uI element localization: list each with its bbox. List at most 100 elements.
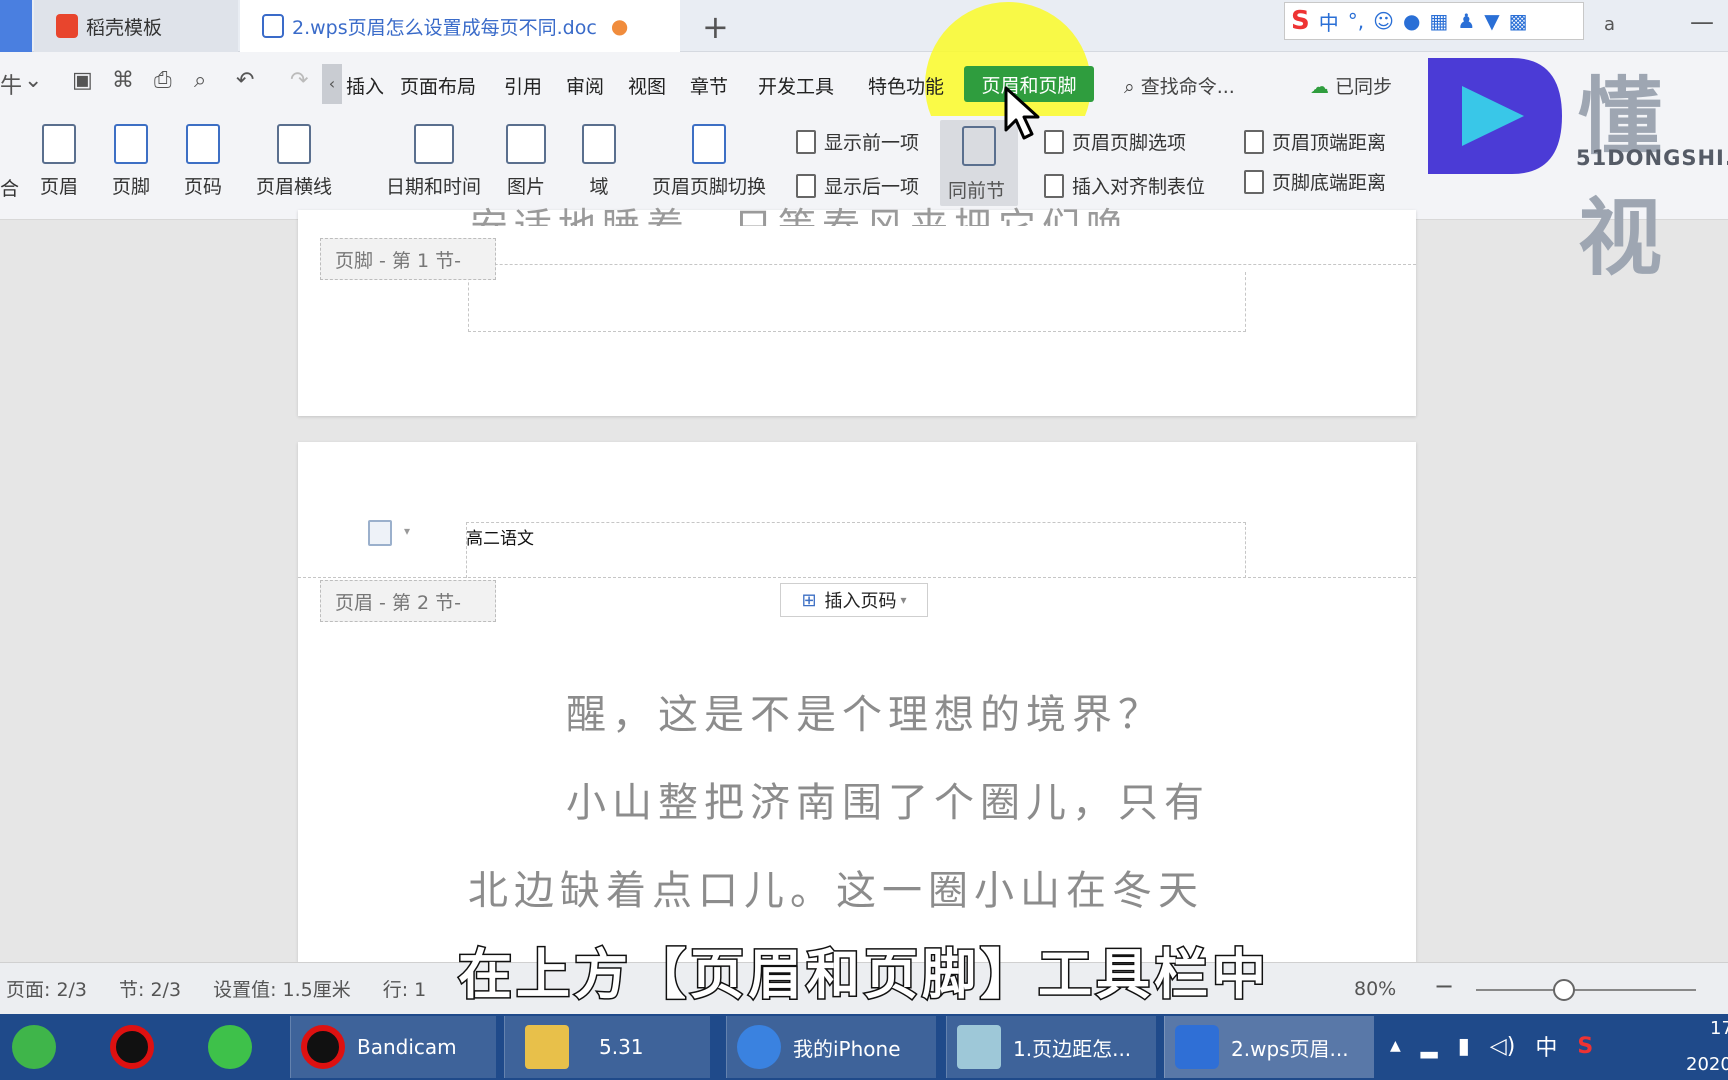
body-text-cut-line: 安适地睡着，只等春风来把它们唤	[470, 196, 1130, 226]
date-time-button[interactable]: 日期和时间	[386, 124, 481, 199]
footer-distance-icon	[1244, 169, 1264, 194]
footer-bottom-distance-field[interactable]: 页脚底端距离	[1244, 168, 1412, 195]
show-next-button[interactable]: 显示后一项	[796, 172, 919, 199]
minimize-button[interactable]: —	[1690, 8, 1714, 36]
header-top-distance-field[interactable]: 页眉顶端距离	[1244, 128, 1412, 155]
options-icon	[1044, 129, 1064, 154]
chevron-down-icon: ▾	[900, 593, 907, 607]
taskbar-iphone[interactable]: 我的iPhone	[726, 1016, 936, 1078]
grid-icon[interactable]: ▩	[1509, 9, 1528, 33]
phone-icon	[737, 1025, 781, 1069]
tab-current-document[interactable]: 2.wps页眉怎么设置成每页不同.doc ●	[240, 0, 680, 52]
header-options-icon[interactable]	[368, 520, 392, 546]
menu-special-features[interactable]: 特色功能	[868, 72, 944, 99]
picture-icon	[506, 124, 546, 164]
chevron-down-icon[interactable]: ▾	[404, 524, 410, 538]
page-2[interactable]: 页眉 - 第 2 节- 醒，这是不是个理想的境界？ 小山整把济南围了个圈儿，只有…	[298, 442, 1416, 962]
volume-icon[interactable]: ◁)	[1490, 1034, 1516, 1059]
header-footer-switch-button[interactable]: 页眉页脚切换	[652, 124, 766, 199]
tray-ime[interactable]: 中	[1535, 1030, 1557, 1062]
footer-button[interactable]: 页脚	[112, 124, 150, 199]
user-icon[interactable]: ♟	[1457, 9, 1475, 33]
browser-icon	[12, 1025, 56, 1069]
redo-icon[interactable]: ↷	[290, 68, 308, 93]
menu-review[interactable]: 审阅	[566, 72, 604, 99]
taskbar-recorder[interactable]	[98, 1016, 166, 1078]
header-distance-icon	[1244, 129, 1264, 154]
taskbar-doc-1[interactable]: 1.页边距怎...	[946, 1016, 1156, 1078]
menu-chapter[interactable]: 章节	[690, 72, 728, 99]
ribbon-left-cut[interactable]: 合	[0, 174, 19, 201]
show-next-icon	[796, 173, 816, 198]
menu-file-cut[interactable]: 牛	[0, 68, 22, 100]
command-search[interactable]: ⌕ 查找命令...	[1124, 72, 1235, 99]
footer-area[interactable]	[468, 272, 1246, 332]
mic-icon[interactable]: ●	[1403, 9, 1420, 33]
footer-icon	[114, 124, 148, 164]
menu-scroll-left-button[interactable]: ‹	[322, 64, 342, 104]
system-tray: ▲ ▂ ▮ ◁) 中 S	[1390, 1030, 1593, 1062]
word-doc-icon	[262, 14, 284, 38]
header-line-button[interactable]: 页眉横线	[256, 124, 332, 199]
taskbar-folder[interactable]: 5.31	[504, 1016, 710, 1078]
tab-docer-templates[interactable]: 稻壳模板	[34, 0, 238, 52]
body-line-2: 小山整把济南围了个圈儿，只有	[566, 780, 1210, 826]
logo-text: 懂视	[1578, 68, 1673, 287]
user-letter: a	[1604, 14, 1616, 35]
folder-icon	[525, 1025, 569, 1069]
field-button[interactable]: 域	[582, 124, 616, 199]
wps-writer-icon	[1175, 1025, 1219, 1069]
format-painter-icon[interactable]: ⌘	[112, 68, 134, 93]
clock-time[interactable]: 17	[1710, 1018, 1728, 1039]
taskbar-browser[interactable]	[0, 1016, 68, 1078]
undo-icon[interactable]: ↶	[236, 68, 254, 93]
sogou-logo-icon[interactable]: S	[1291, 6, 1310, 36]
network-icon[interactable]: ▂	[1421, 1034, 1438, 1059]
body-line-1: 醒，这是不是个理想的境界？	[566, 692, 1164, 738]
notepad-icon	[957, 1025, 1001, 1069]
sync-status[interactable]: ☁ 已同步	[1310, 72, 1392, 99]
show-previous-icon	[796, 129, 816, 154]
header-area[interactable]	[466, 522, 1246, 578]
smile-icon[interactable]: ☺	[1373, 9, 1394, 33]
save-icon[interactable]: ▣	[72, 68, 93, 93]
insert-align-tab-button[interactable]: 插入对齐制表位	[1044, 172, 1205, 199]
header-button[interactable]: 页眉	[40, 124, 78, 199]
keyboard-icon[interactable]: ▦	[1429, 9, 1448, 33]
clock-date[interactable]: 2020	[1686, 1054, 1728, 1075]
home-tab[interactable]	[0, 0, 32, 52]
new-tab-button[interactable]: +	[702, 8, 729, 46]
mouse-cursor-icon	[1004, 86, 1040, 140]
cloud-icon: ☁	[1310, 76, 1336, 98]
taskbar-wps-doc[interactable]: 2.wps页眉...	[1164, 1016, 1374, 1078]
header-footer-options-button[interactable]: 页眉页脚选项	[1044, 128, 1186, 155]
record-icon	[110, 1025, 154, 1069]
page-1[interactable]: 页脚 - 第 1 节-	[298, 210, 1416, 416]
menu-insert[interactable]: 插入	[346, 72, 384, 99]
taskbar-bandicam[interactable]: Bandicam	[290, 1016, 496, 1078]
menu-page-layout[interactable]: 页面布局	[400, 72, 476, 99]
sogou-tray-icon[interactable]: S	[1577, 1034, 1593, 1059]
print-preview-icon[interactable]: ⌕	[194, 68, 206, 93]
page-number-button[interactable]: 页码	[184, 124, 222, 199]
taskbar-wechat[interactable]	[196, 1016, 264, 1078]
insert-page-number-button[interactable]: ⊞ 插入页码 ▾	[780, 583, 928, 617]
unsaved-dot-icon: ●	[610, 14, 629, 38]
sync-label: 已同步	[1335, 76, 1393, 98]
header-boundary	[298, 577, 1416, 578]
chevron-down-icon[interactable]: ⌄	[24, 68, 42, 93]
ime-mode[interactable]: 中	[1319, 7, 1339, 36]
print-icon[interactable]: ⎙	[154, 68, 172, 93]
menu-view[interactable]: 视图	[628, 72, 666, 99]
picture-button[interactable]: 图片	[506, 124, 546, 199]
shirt-icon[interactable]: ▼	[1484, 9, 1499, 33]
tray-expand-icon[interactable]: ▲	[1390, 1038, 1401, 1054]
menu-references[interactable]: 引用	[504, 72, 542, 99]
header-text[interactable]: 高二语文	[466, 524, 534, 549]
battery-icon[interactable]: ▮	[1458, 1034, 1470, 1059]
show-previous-button[interactable]: 显示前一项	[796, 128, 919, 155]
ime-punctuation[interactable]: °,	[1348, 9, 1364, 33]
wechat-icon	[208, 1025, 252, 1069]
menu-developer-tools[interactable]: 开发工具	[758, 72, 834, 99]
footer-section-label: 页脚 - 第 1 节-	[320, 238, 496, 280]
